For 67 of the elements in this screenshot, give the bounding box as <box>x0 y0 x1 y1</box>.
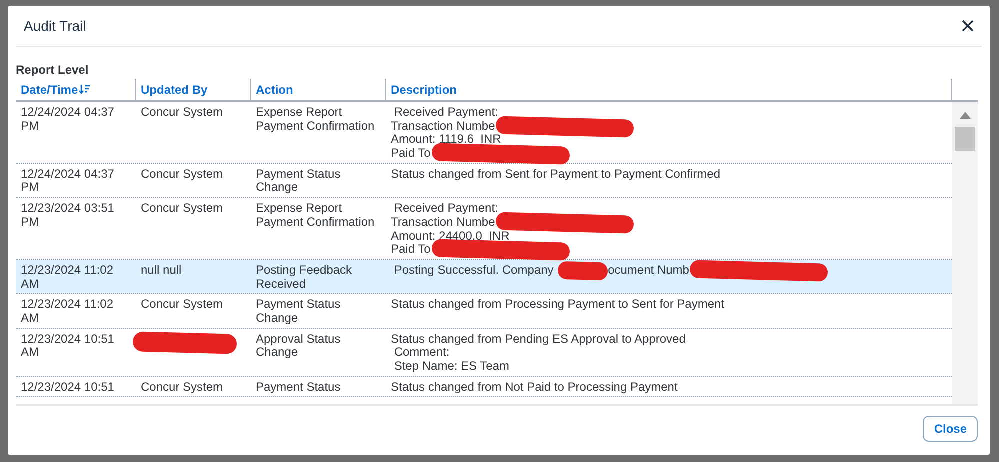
date-cell-text: PM <box>21 120 40 134</box>
table-row[interactable]: 12/23/2024 10:51 Concur System Payment Status Status changed from Not Paid to Processing Payment <box>16 376 952 398</box>
date-cell-text: 12/23/2024 03:51 <box>21 202 116 216</box>
column-header[interactable]: Description <box>391 82 458 96</box>
close-button[interactable]: Close <box>923 416 978 442</box>
date-cell-text: PM <box>21 216 40 230</box>
action-cell-text: Payment Confirmation <box>256 216 376 230</box>
date-cell-text: 12/23/2024 11:02 <box>21 264 115 278</box>
date-cell-text: AM <box>21 346 40 360</box>
description-text: Transaction Numbe <box>391 216 496 230</box>
user-cell: null null <box>141 262 182 277</box>
date-cell-text: 12/24/2024 04:37 <box>21 106 116 120</box>
action-cell-text: Payment Status <box>256 168 342 182</box>
description-text: Paid To <box>391 243 431 257</box>
dialog-title: Audit Trail <box>24 18 86 34</box>
table-row[interactable]: 12/23/2024 11:02 AM Concur System Payment Status Change Status changed from Processing Payment to Sent for Payment <box>16 294 952 329</box>
action-cell-text: Payment Confirmation <box>256 120 376 134</box>
action-cell-text: Change <box>256 181 298 196</box>
sort-descending-icon[interactable] <box>79 84 92 95</box>
column-header[interactable]: Updated By <box>141 82 208 96</box>
table-row[interactable]: 12/24/2024 04:37 PM Concur System Expense Report Payment Confirmation Received Payment: Transaction Numbe Amount: 1119.6 INR Paid To <box>16 102 952 164</box>
user-cell: Concur System <box>141 105 224 119</box>
description-text: Paid To <box>391 147 431 161</box>
date-cell-text: 12/23/2024 11:02 <box>21 298 115 312</box>
action-cell-text: Approval Status <box>256 332 342 346</box>
description-text: Status changed from Not Paid to Processing Payment <box>391 380 678 394</box>
close-icon[interactable] <box>962 20 974 32</box>
description-text: Status changed from Sent for Payment to Payment Confirmed <box>391 168 720 182</box>
user-cell: Concur System <box>141 380 224 394</box>
action-cell-text: Change <box>256 346 298 360</box>
date-cell-text: AM <box>21 278 40 292</box>
action-cell-text: Expense Report <box>256 106 344 120</box>
scrollbar[interactable] <box>952 102 978 404</box>
user-cell: Concur System <box>141 166 224 181</box>
description-text: Status changed from Pending ES Approval to Approved <box>391 332 686 346</box>
action-cell-text: Payment Status <box>256 380 342 394</box>
scroll-up-icon[interactable] <box>960 112 970 119</box>
action-cell-text: Payment Status <box>256 298 342 312</box>
description-text: Received Payment: <box>393 202 498 216</box>
description-text: Posting Successful. Company <box>393 264 555 278</box>
description-text: Amount: 1119.6 INR <box>391 133 502 148</box>
description-text: Transaction Numbe <box>391 120 496 134</box>
description-text: ocument Numb <box>608 264 690 278</box>
action-cell-text: Change <box>256 312 300 326</box>
user-cell: Concur System <box>141 297 224 312</box>
description-text: Amount: 24400.0 INR <box>391 230 510 244</box>
date-cell-text: 12/23/2024 10:51 <box>21 332 116 346</box>
action-cell-text: Received <box>256 278 308 292</box>
table-row[interactable]: 12/23/2024 03:51 PM Concur System Expense Report Payment Confirmation Received Payment: Transaction Numbe Amount: 24400.0 INR Paid To <box>16 198 952 260</box>
scroll-thumb[interactable] <box>955 127 975 151</box>
date-cell-text: AM <box>21 312 40 326</box>
description-text: Status changed from Processing Payment to Sent for Payment <box>391 298 725 312</box>
section-title: Report Level <box>16 63 90 77</box>
date-cell-text: PM <box>21 181 40 196</box>
column-header[interactable]: Date/Time <box>21 82 92 96</box>
table-row[interactable]: 12/24/2024 04:37 PM Concur System Payment Status Change Status changed from Sent for Payment to Payment Confirmed <box>16 164 952 198</box>
user-cell: Concur System <box>141 201 224 216</box>
action-cell-text: Posting Feedback <box>256 264 354 278</box>
table-row[interactable]: 12/23/2024 10:51 AM Approval Status Change Status changed from Pending ES Approval to Approved Comment: Step Name: ES Team <box>16 328 952 377</box>
date-cell-text: 12/24/2024 04:37 <box>21 168 116 182</box>
description-text: Step Name: ES Team <box>393 360 510 374</box>
description-text: Received Payment: <box>393 106 498 120</box>
description-text: Comment: <box>393 346 450 360</box>
column-header[interactable]: Action <box>256 82 294 96</box>
action-cell-text: Expense Report <box>256 202 344 216</box>
date-cell-text: 12/23/2024 10:51 <box>21 380 116 394</box>
selected-row[interactable]: 12/23/2024 11:02 AM null null Posting Feedback Received Posting Successful. Company ocument Numb <box>16 260 952 294</box>
